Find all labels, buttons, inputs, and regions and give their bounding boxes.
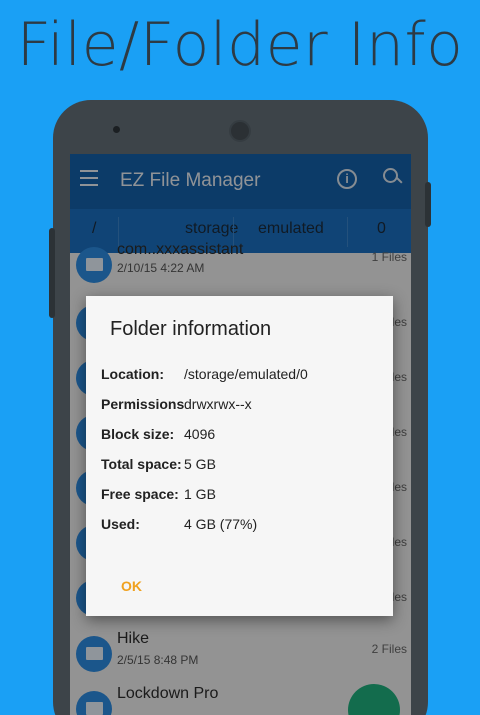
- info-label: Free space:: [101, 486, 179, 502]
- info-label: Block size:: [101, 426, 175, 442]
- phone-camera: [229, 120, 251, 142]
- info-label: Permissions: [101, 396, 185, 412]
- info-label: Used:: [101, 516, 140, 532]
- info-value: 1 GB: [184, 486, 216, 502]
- volume-button: [49, 228, 55, 318]
- info-label: Location:: [101, 366, 164, 382]
- info-value: 4096: [184, 426, 216, 442]
- info-label: Total space:: [101, 456, 182, 472]
- info-value: /storage/emulated/0: [184, 366, 308, 382]
- info-value: drwxrwx--x: [184, 396, 252, 412]
- phone-speaker: [113, 126, 120, 133]
- folder-info-dialog: Folder information Location: /storage/em…: [86, 296, 393, 616]
- power-button: [425, 182, 431, 227]
- ok-button[interactable]: OK: [121, 578, 142, 594]
- dialog-title: Folder information: [110, 318, 272, 340]
- info-value: 5 GB: [184, 456, 216, 472]
- info-value: 4 GB (77%): [184, 516, 258, 532]
- promo-title: File/Folder Info: [16, 10, 464, 80]
